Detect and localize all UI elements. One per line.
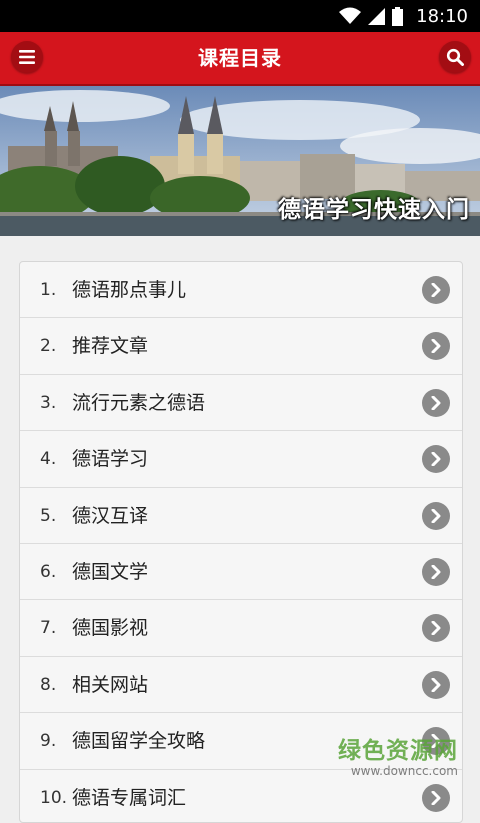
banner-caption: 德语学习快速入门 (278, 197, 470, 223)
battery-icon (392, 6, 404, 26)
item-label: 德语学习 (72, 448, 149, 471)
page-title: 课程目录 (198, 46, 282, 70)
item-number: 5. (40, 505, 57, 526)
item-number: 7. (40, 618, 57, 639)
chevron-right-icon (422, 783, 450, 812)
course-item-2[interactable]: 2. 推荐文章 (20, 318, 462, 375)
course-item-8[interactable]: 8. 相关网站 (20, 657, 462, 714)
status-bar: 18:10 (0, 0, 480, 32)
item-label: 德语那点事儿 (72, 279, 187, 301)
search-icon (446, 48, 464, 66)
chevron-right-icon (422, 614, 450, 643)
course-item-1[interactable]: 1. 德语那点事儿 (20, 262, 462, 319)
item-number: 1. (40, 280, 57, 300)
item-label: 德国留学全攻略 (72, 730, 206, 753)
item-number: 6. (40, 561, 57, 582)
banner-image: 德语学习快速入门 (0, 86, 480, 236)
chevron-right-icon (422, 501, 450, 530)
signal-icon (368, 8, 386, 25)
item-number: 4. (40, 449, 57, 470)
status-icons: 18:10 (339, 0, 468, 32)
item-label: 相关网站 (72, 673, 149, 696)
item-number: 8. (40, 674, 57, 695)
item-label: 德国文学 (72, 560, 149, 583)
status-time: 18:10 (416, 5, 468, 27)
item-number: 3. (40, 392, 57, 413)
wifi-icon (339, 7, 362, 24)
search-button[interactable] (439, 41, 471, 73)
item-number: 9. (40, 731, 57, 752)
chevron-right-icon (422, 557, 450, 586)
app-bar: 课程目录 (0, 32, 480, 86)
item-number: 2. (40, 336, 57, 357)
item-label: 德语专属词汇 (72, 786, 187, 809)
item-label: 德国影视 (72, 617, 149, 640)
course-item-6[interactable]: 6. 德国文学 (20, 544, 462, 601)
chevron-right-icon (422, 670, 450, 699)
watermark: 绿色资源网 www.downcc.com (338, 738, 458, 778)
item-label: 德汉互译 (72, 504, 149, 527)
chevron-right-icon (422, 388, 450, 417)
watermark-title: 绿色资源网 (338, 738, 458, 764)
course-item-4[interactable]: 4. 德语学习 (20, 431, 462, 488)
chevron-right-icon (422, 445, 450, 474)
course-item-5[interactable]: 5. 德汉互译 (20, 488, 462, 544)
chevron-right-icon (422, 276, 450, 304)
watermark-url: www.downcc.com (350, 764, 458, 778)
course-item-7[interactable]: 7. 德国影视 (20, 600, 462, 657)
course-item-3[interactable]: 3. 流行元素之德语 (20, 375, 462, 432)
item-label: 推荐文章 (72, 335, 149, 358)
chevron-right-icon (422, 332, 450, 361)
item-label: 流行元素之德语 (72, 391, 206, 414)
item-number: 10. (40, 787, 68, 808)
